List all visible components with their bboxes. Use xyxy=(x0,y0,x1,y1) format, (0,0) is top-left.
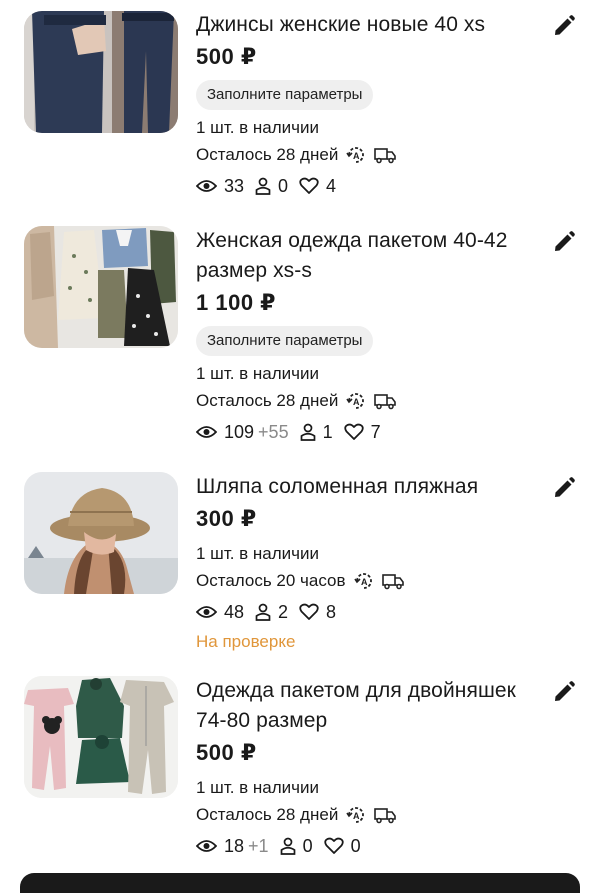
remaining-row: Осталось 28 дней A xyxy=(196,387,536,414)
views-delta: +55 xyxy=(258,422,289,442)
stats-row: 33 0 4 xyxy=(196,172,536,200)
person-icon xyxy=(300,423,315,441)
clothes-photo-image xyxy=(24,226,178,348)
stock-text: 1 шт. в наличии xyxy=(196,114,536,141)
stock-label: 1 шт. в наличии xyxy=(196,118,320,137)
fill-params-button[interactable]: Заполните параметры xyxy=(196,326,374,356)
hat-photo-image xyxy=(24,472,178,594)
contacts-stat: 1 xyxy=(300,418,333,446)
contacts-stat: 2 xyxy=(255,598,288,626)
listing-title[interactable]: Женская одежда пакетом 40-42 размер xs-s xyxy=(196,226,536,286)
favorites-stat: 7 xyxy=(343,418,381,446)
listing-photo-jeans[interactable] xyxy=(24,11,178,133)
views-count: 33 xyxy=(224,176,245,196)
favorites-stat: 8 xyxy=(299,598,336,626)
heart-icon xyxy=(343,423,364,440)
heart-icon xyxy=(299,603,319,620)
stock-text: 1 шт. в наличии xyxy=(196,774,536,801)
favorites-count: 0 xyxy=(350,836,361,856)
listing-price: 300 ₽ xyxy=(196,506,257,531)
stats-row: 48 2 8 xyxy=(196,598,536,626)
stock-label: 1 шт. в наличии xyxy=(196,364,320,383)
stats-row: 18 +1 0 0 xyxy=(196,832,536,860)
twins-clothes-photo-image xyxy=(24,676,178,798)
remaining-row: Осталось 28 дней A xyxy=(196,801,536,828)
contacts-count: 0 xyxy=(278,176,289,196)
views-count: 109 xyxy=(224,422,255,442)
favorites-stat: 0 xyxy=(323,832,361,860)
stock-text: 1 шт. в наличии xyxy=(196,360,536,387)
listing-title[interactable]: Одежда пакетом для двойняшек 74-80 разме… xyxy=(196,676,536,736)
bottom-action-bar[interactable] xyxy=(20,873,580,893)
eye-icon xyxy=(196,180,217,192)
listing-photo-clothes[interactable] xyxy=(24,226,178,348)
favorites-count: 4 xyxy=(326,176,337,196)
edit-pencil-icon[interactable] xyxy=(552,230,576,254)
remaining-label: Осталось 28 дней xyxy=(196,391,339,410)
favorites-count: 8 xyxy=(326,602,337,622)
person-icon xyxy=(280,837,295,855)
contacts-count: 0 xyxy=(302,836,313,856)
eye-icon xyxy=(196,840,217,852)
fill-params-button[interactable]: Заполните параметры xyxy=(196,80,374,110)
contacts-count: 1 xyxy=(322,422,333,442)
listing-title[interactable]: Шляпа соломенная пляжная xyxy=(196,472,536,502)
eye-icon xyxy=(196,606,217,618)
edit-pencil-icon[interactable] xyxy=(552,14,576,38)
contacts-stat: 0 xyxy=(280,832,313,860)
person-icon xyxy=(255,603,271,621)
svg-text:A: A xyxy=(353,151,360,161)
eye-icon xyxy=(196,426,217,438)
listing-photo-hat[interactable] xyxy=(24,472,178,594)
auto-renew-icon: A xyxy=(345,145,367,165)
truck-icon xyxy=(374,392,397,410)
views-count: 18 xyxy=(224,836,245,856)
views-stat: 33 xyxy=(196,172,244,200)
favorites-count: 7 xyxy=(370,422,381,442)
listing-price: 500 ₽ xyxy=(196,44,257,69)
truck-icon xyxy=(374,806,397,824)
moderation-status: На проверке xyxy=(196,632,296,651)
stock-text: 1 шт. в наличии xyxy=(196,540,536,567)
remaining-row: Осталось 28 дней A xyxy=(196,141,536,168)
contacts-stat: 0 xyxy=(255,172,288,200)
stats-row: 109 +55 1 7 xyxy=(196,418,536,446)
listing-price: 500 ₽ xyxy=(196,740,257,765)
remaining-label: Осталось 28 дней xyxy=(196,805,339,824)
views-stat: 109 +55 xyxy=(196,418,289,446)
listing-photo-twins[interactable] xyxy=(24,676,178,798)
listing-price: 1 100 ₽ xyxy=(196,290,276,315)
edit-pencil-icon[interactable] xyxy=(552,476,576,500)
jeans-photo-image xyxy=(24,11,178,133)
svg-text:A: A xyxy=(353,397,360,407)
remaining-label: Осталось 28 дней xyxy=(196,145,339,164)
heart-icon xyxy=(299,177,319,194)
stock-label: 1 шт. в наличии xyxy=(196,544,320,563)
svg-text:A: A xyxy=(353,811,360,821)
auto-renew-icon: A xyxy=(345,805,367,825)
remaining-label: Осталось 20 часов xyxy=(196,571,346,590)
views-stat: 18 +1 xyxy=(196,832,269,860)
edit-pencil-icon[interactable] xyxy=(552,680,576,704)
favorites-stat: 4 xyxy=(299,172,336,200)
svg-text:A: A xyxy=(361,577,368,587)
heart-icon xyxy=(323,837,344,854)
views-stat: 48 xyxy=(196,598,244,626)
auto-renew-icon: A xyxy=(345,391,367,411)
auto-renew-icon: A xyxy=(353,571,375,591)
stock-label: 1 шт. в наличии xyxy=(196,778,320,797)
person-icon xyxy=(255,177,271,195)
remaining-row: Осталось 20 часов A xyxy=(196,567,536,594)
views-count: 48 xyxy=(224,602,245,622)
truck-icon xyxy=(381,572,404,590)
contacts-count: 2 xyxy=(278,602,289,622)
truck-icon xyxy=(374,146,397,164)
listing-title[interactable]: Джинсы женские новые 40 xs xyxy=(196,10,536,40)
views-delta: +1 xyxy=(248,836,269,856)
